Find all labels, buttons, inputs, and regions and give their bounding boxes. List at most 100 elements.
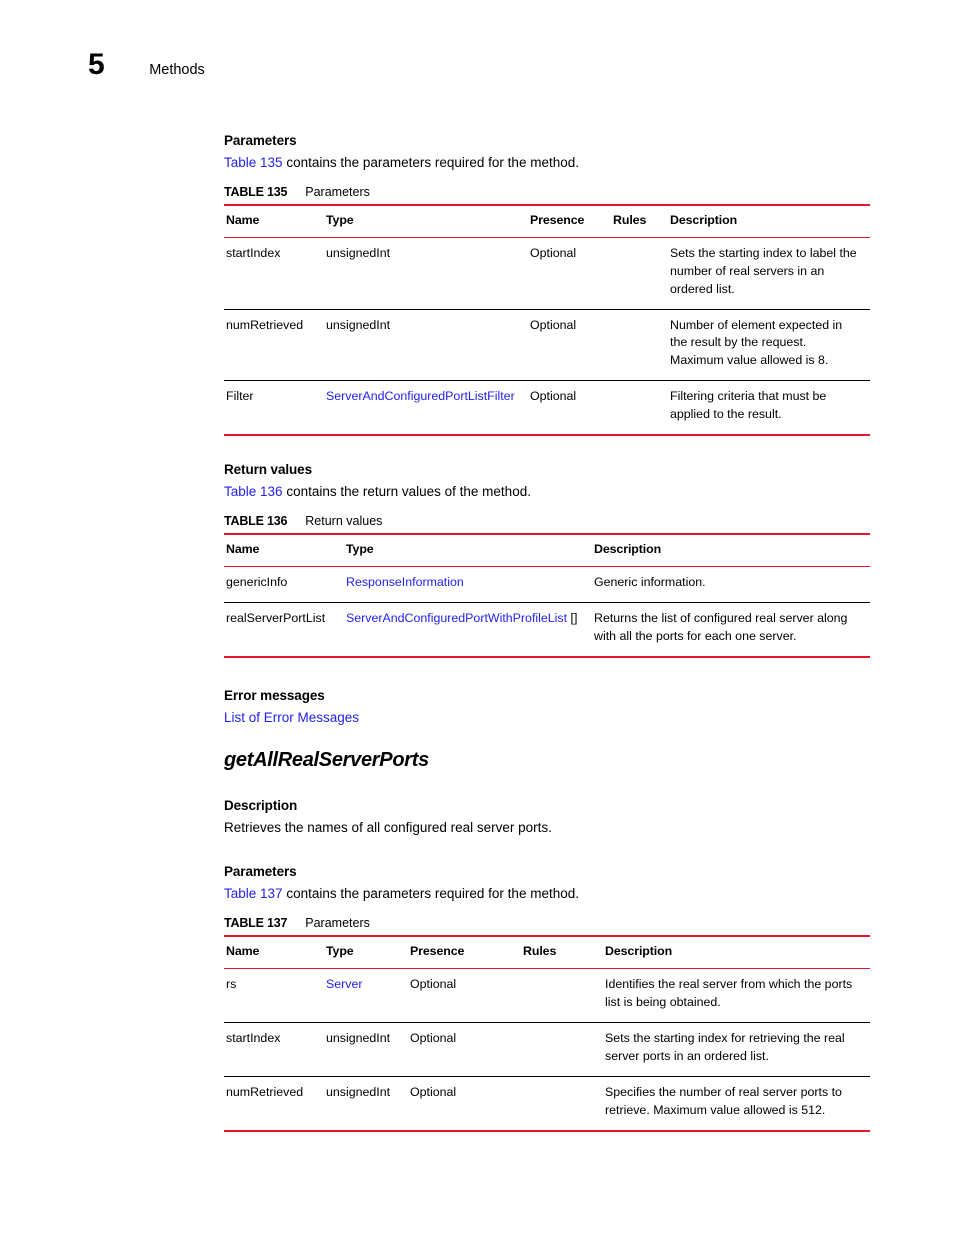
table-row: numRetrieved unsignedInt Optional Specif…: [224, 1076, 870, 1132]
table-137-col-name: Name: [224, 934, 324, 969]
cell-name: Filter: [224, 380, 324, 437]
table-137: Name Type Presence Rules Description rs …: [224, 934, 870, 1132]
cell-type: ResponseInformation: [344, 566, 592, 603]
table136-intro-rest: contains the return values of the method…: [282, 484, 531, 500]
table-137-header-row: Name Type Presence Rules Description: [224, 934, 870, 969]
cell-type-text: unsignedInt: [326, 317, 391, 332]
cell-rules: [611, 237, 668, 310]
table-136-label: TABLE 136: [224, 513, 288, 528]
cell-description: Generic information.: [592, 566, 870, 603]
table-row: Filter ServerAndConfiguredPortListFilter…: [224, 380, 870, 437]
table-136-col-name: Name: [224, 532, 344, 567]
cell-presence: Optional: [528, 380, 611, 437]
table-137-block: TABLE 137 Parameters Name Type Presence …: [224, 916, 870, 1132]
cell-rules: [521, 1022, 603, 1077]
table-137-caption: TABLE 137 Parameters: [224, 916, 870, 930]
cell-rules: [521, 968, 603, 1023]
cell-type: Server: [324, 968, 408, 1023]
table-135-header-row: Name Type Presence Rules Description: [224, 203, 870, 238]
cell-description: Number of element expected in the result…: [668, 309, 870, 382]
cell-type-text: unsignedInt: [326, 1030, 391, 1045]
chapter-title: Methods: [149, 62, 205, 78]
cell-rules: [611, 309, 668, 382]
cell-name: genericInfo: [224, 566, 344, 603]
table-137-col-type: Type: [324, 934, 408, 969]
cell-name: startIndex: [224, 1022, 324, 1077]
document-content: Parameters Table 135 contains the parame…: [224, 133, 870, 1132]
cell-name: realServerPortList: [224, 602, 344, 658]
page-running-head: 5 Methods: [88, 50, 205, 80]
table-135-col-name: Name: [224, 203, 324, 238]
cell-type: unsignedInt: [324, 1022, 408, 1077]
table-row: realServerPortList ServerAndConfiguredPo…: [224, 602, 870, 658]
cell-description: Sets the starting index to label the num…: [668, 237, 870, 310]
cell-type: unsignedInt: [324, 1076, 408, 1132]
table135-xref-link[interactable]: Table 135: [224, 155, 283, 170]
error-messages-link-line: List of Error Messages: [224, 708, 870, 728]
cell-description: Specifies the number of real server port…: [603, 1076, 870, 1132]
table-135-col-presence: Presence: [528, 203, 611, 238]
cell-type-link[interactable]: ServerAndConfiguredPortListFilter: [326, 389, 515, 403]
cell-rules: [521, 1076, 603, 1132]
section-heading-parameters: Parameters: [224, 133, 297, 148]
section-description: Description Retrieves the names of all c…: [224, 798, 870, 838]
section-error-messages: Error messages List of Error Messages: [224, 688, 870, 728]
method-description-text: Retrieves the names of all configured re…: [224, 820, 552, 836]
cell-presence: Optional: [408, 1076, 521, 1132]
cell-type-text: unsignedInt: [326, 245, 391, 260]
cell-type: ServerAndConfiguredPortWithProfileList […: [344, 602, 592, 658]
cell-description: Filtering criteria that must be applied …: [668, 380, 870, 437]
table-135: Name Type Presence Rules Description sta…: [224, 203, 870, 437]
table-136-col-description: Description: [592, 532, 870, 567]
cell-description: Identifies the real server from which th…: [603, 968, 870, 1023]
table-135-body: startIndex unsignedInt Optional Sets the…: [224, 237, 870, 437]
table136-xref-link[interactable]: Table 136: [224, 484, 283, 499]
cell-type: ServerAndConfiguredPortListFilter: [324, 380, 528, 437]
table-135-title: Parameters: [305, 184, 370, 199]
table-136-col-type: Type: [344, 532, 592, 567]
cell-presence: Optional: [528, 309, 611, 382]
table-135-col-description: Description: [668, 203, 870, 238]
table-136: Name Type Description genericInfo Respon…: [224, 532, 870, 658]
cell-type-link[interactable]: ServerAndConfiguredPortWithProfileList: [346, 611, 567, 625]
table-136-caption: TABLE 136 Return values: [224, 514, 870, 528]
cell-type: unsignedInt: [324, 309, 528, 382]
cell-name: startIndex: [224, 237, 324, 310]
section-heading-error-messages: Error messages: [224, 687, 325, 703]
section-heading-return-values: Return values: [224, 462, 312, 478]
table-row: startIndex unsignedInt Optional Sets the…: [224, 237, 870, 310]
table-135-col-rules: Rules: [611, 203, 668, 238]
table-137-col-rules: Rules: [521, 934, 603, 969]
list-of-error-messages-link[interactable]: List of Error Messages: [224, 710, 359, 725]
section-parameters-1: Parameters Table 135 contains the parame…: [224, 133, 870, 173]
section-heading-parameters-2: Parameters: [224, 864, 297, 880]
cell-presence: Optional: [528, 237, 611, 310]
section-return-values: Return values Table 136 contains the ret…: [224, 462, 870, 502]
table137-intro: Table 137 contains the parameters requir…: [224, 884, 870, 904]
cell-type-link[interactable]: Server: [326, 977, 363, 991]
table-137-col-description: Description: [603, 934, 870, 969]
table-137-label: TABLE 137: [224, 915, 288, 930]
table-136-title: Return values: [305, 513, 383, 528]
table-137-body: rs Server Optional Identifies the real s…: [224, 968, 870, 1132]
cell-description: Returns the list of configured real serv…: [592, 602, 870, 658]
table-135-col-type: Type: [324, 203, 528, 238]
cell-type-link[interactable]: ResponseInformation: [346, 575, 464, 589]
cell-type: unsignedInt: [324, 237, 528, 310]
table-137-title: Parameters: [305, 915, 370, 930]
method-heading: getAllRealServerPorts: [224, 749, 429, 772]
table-row: rs Server Optional Identifies the real s…: [224, 968, 870, 1023]
cell-presence: Optional: [408, 968, 521, 1023]
table136-intro: Table 136 contains the return values of …: [224, 482, 870, 502]
table-row: genericInfo ResponseInformation Generic …: [224, 566, 870, 603]
table-row: numRetrieved unsignedInt Optional Number…: [224, 309, 870, 382]
table137-xref-link[interactable]: Table 137: [224, 886, 283, 901]
table-135-block: TABLE 135 Parameters Name Type Presence …: [224, 185, 870, 437]
cell-name: rs: [224, 968, 324, 1023]
table135-intro: Table 135 contains the parameters requir…: [224, 153, 870, 173]
cell-description: Sets the starting index for retrieving t…: [603, 1022, 870, 1077]
table-136-body: genericInfo ResponseInformation Generic …: [224, 566, 870, 658]
cell-presence: Optional: [408, 1022, 521, 1077]
table-135-caption: TABLE 135 Parameters: [224, 185, 870, 199]
table-137-col-presence: Presence: [408, 934, 521, 969]
